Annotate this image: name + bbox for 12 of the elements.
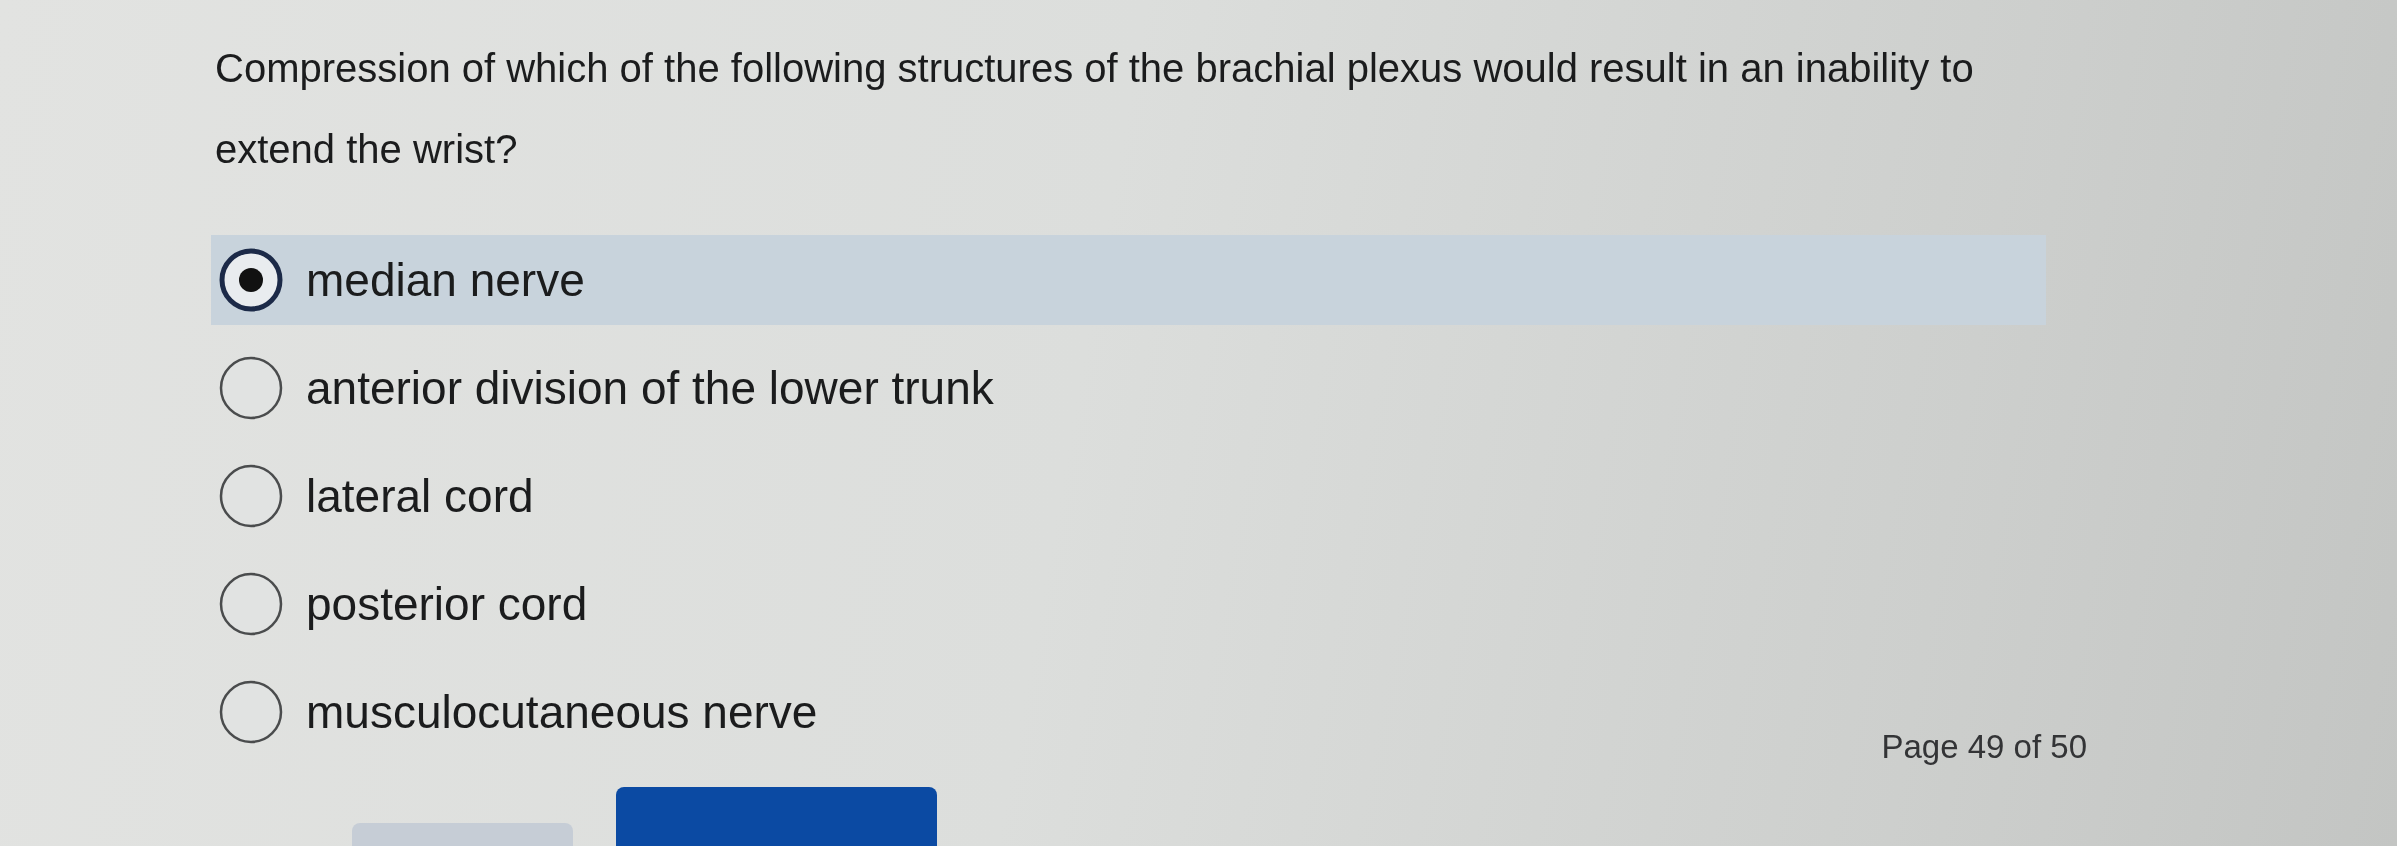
answer-option[interactable]: musculocutaneous nerve <box>211 667 842 757</box>
question-text: Compression of which of the following structures of the brachial plexus would result in an inability to extend the wrist? <box>215 45 1975 173</box>
page-indicator: Page 49 of 50 <box>1881 727 2087 767</box>
radio-icon[interactable] <box>219 248 283 312</box>
radio-icon[interactable] <box>219 464 283 528</box>
answer-option[interactable]: median nerve <box>211 235 2046 325</box>
radio-icon[interactable] <box>219 572 283 636</box>
radio-icon[interactable] <box>219 680 283 744</box>
answer-option[interactable]: anterior division of the lower trunk <box>211 343 1018 433</box>
answer-option[interactable]: lateral cord <box>211 451 558 541</box>
answer-option[interactable]: posterior cord <box>211 559 612 649</box>
radio-icon[interactable] <box>219 356 283 420</box>
